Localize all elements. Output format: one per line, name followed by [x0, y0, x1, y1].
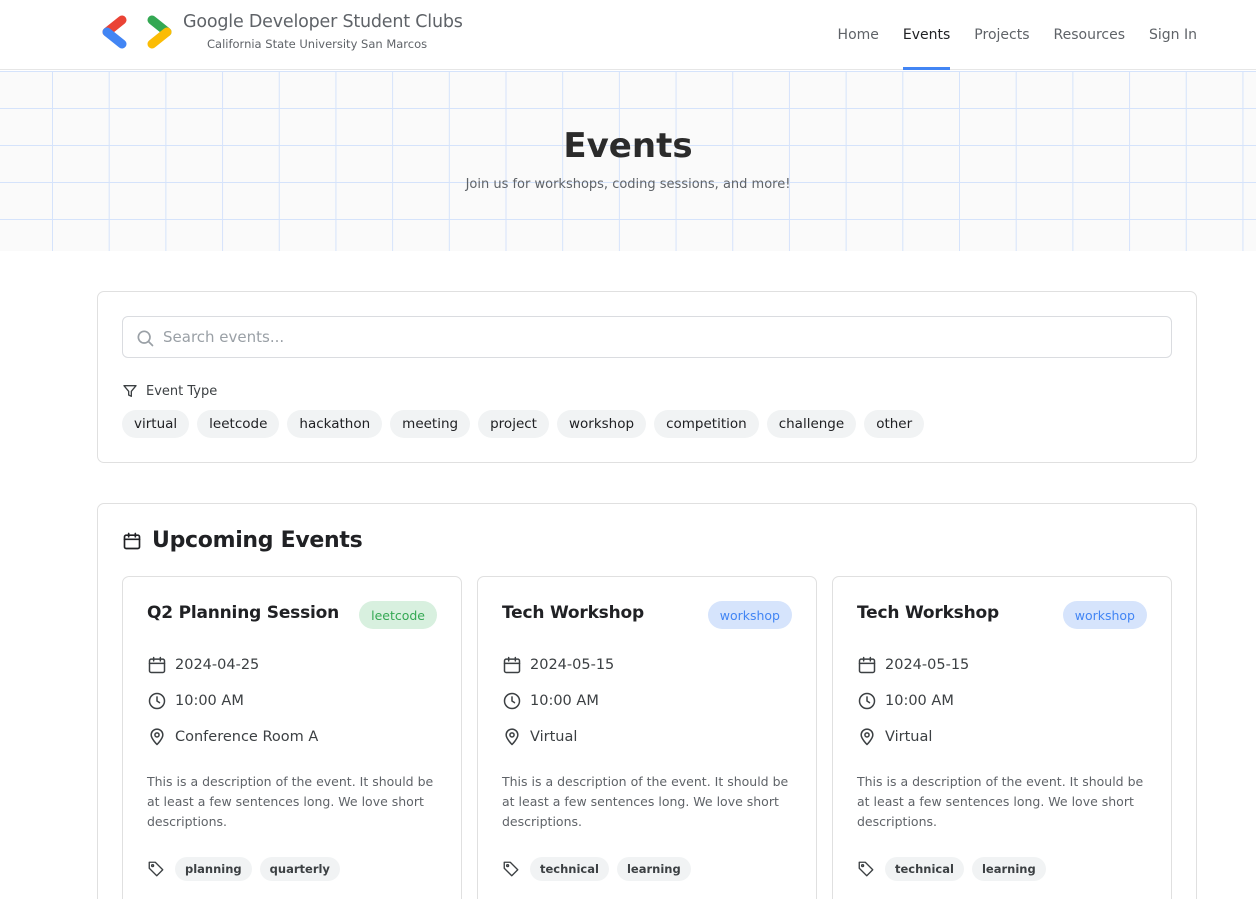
filter-panel: Event Type virtual leetcode hackathon me…: [97, 291, 1197, 463]
search-input[interactable]: [163, 317, 1153, 357]
search-box[interactable]: [122, 316, 1172, 358]
map-pin-icon: [150, 728, 164, 746]
nav-resources[interactable]: Resources: [1054, 0, 1126, 70]
event-date-row: 2024-05-15: [502, 655, 614, 675]
event-tag[interactable]: planning: [175, 857, 252, 881]
event-title: Tech Workshop: [502, 603, 644, 623]
clock-icon: [503, 692, 521, 710]
section-title: Upcoming Events: [152, 528, 363, 553]
chip-meeting[interactable]: meeting: [390, 410, 471, 438]
event-location: Virtual: [885, 729, 933, 745]
event-location: Virtual: [530, 729, 578, 745]
calendar-icon: [123, 532, 141, 549]
event-type-label: Event Type: [146, 383, 218, 399]
event-tag[interactable]: quarterly: [259, 857, 340, 881]
event-tags: planning quarterly: [147, 857, 340, 881]
hero-banner: Events Join us for workshops, coding ses…: [0, 71, 1256, 251]
event-card[interactable]: Tech Workshop workshop 2024-05-15 10:00 …: [832, 576, 1172, 899]
chip-project[interactable]: project: [478, 410, 549, 438]
event-tag[interactable]: technical: [530, 857, 609, 881]
event-type-chips: virtual leetcode hackathon meeting proje…: [122, 410, 925, 438]
event-location-row: Virtual: [502, 727, 577, 747]
page-subtitle: Join us for workshops, coding sessions, …: [465, 177, 791, 192]
event-tag[interactable]: learning: [971, 857, 1046, 881]
event-location: Conference Room A: [175, 729, 319, 745]
map-pin-icon: [860, 728, 874, 746]
event-tags: technical learning: [857, 857, 1046, 881]
event-location-row: Conference Room A: [147, 727, 318, 747]
gdsc-logo-icon[interactable]: [100, 14, 174, 50]
event-time: 10:00 AM: [175, 693, 244, 709]
nav-sign-in[interactable]: Sign In: [1149, 0, 1197, 70]
tag-icon: [148, 861, 164, 877]
map-pin-icon: [505, 728, 519, 746]
event-title: Q2 Planning Session: [147, 603, 339, 623]
nav-home[interactable]: Home: [838, 0, 879, 70]
event-time: 10:00 AM: [885, 693, 954, 709]
calendar-icon: [148, 656, 166, 674]
page-title: Events: [563, 126, 693, 166]
event-type-badge: leetcode: [359, 601, 437, 629]
event-card[interactable]: Q2 Planning Session leetcode 2024-04-25 …: [122, 576, 462, 899]
calendar-icon: [503, 656, 521, 674]
brand[interactable]: Google Developer Student Clubs Californi…: [183, 12, 463, 51]
event-date: 2024-05-15: [530, 657, 615, 673]
event-time: 10:00 AM: [530, 693, 599, 709]
event-type-header: Event Type: [122, 383, 217, 399]
event-title: Tech Workshop: [857, 603, 999, 623]
event-type-badge: workshop: [707, 601, 792, 629]
chip-leetcode[interactable]: leetcode: [197, 410, 280, 438]
event-date: 2024-04-25: [175, 657, 260, 673]
chip-hackathon[interactable]: hackathon: [287, 410, 383, 438]
brand-title: Google Developer Student Clubs: [183, 12, 463, 32]
calendar-icon: [858, 656, 876, 674]
event-time-row: 10:00 AM: [502, 691, 599, 711]
chip-workshop[interactable]: workshop: [556, 410, 647, 438]
brand-subtitle: California State University San Marcos: [207, 37, 428, 51]
event-date: 2024-05-15: [885, 657, 970, 673]
search-icon: [137, 330, 154, 347]
event-tags: technical learning: [502, 857, 691, 881]
event-description: This is a description of the event. It s…: [502, 774, 789, 829]
event-tag[interactable]: learning: [616, 857, 691, 881]
event-date-row: 2024-05-15: [857, 655, 969, 675]
event-date-row: 2024-04-25: [147, 655, 259, 675]
chip-competition[interactable]: competition: [654, 410, 759, 438]
upcoming-events-section: Upcoming Events Q2 Planning Session leet…: [97, 503, 1197, 899]
event-tag[interactable]: technical: [885, 857, 964, 881]
event-time-row: 10:00 AM: [147, 691, 244, 711]
chip-challenge[interactable]: challenge: [766, 410, 857, 438]
section-header: Upcoming Events: [122, 528, 363, 553]
main-nav: Home Events Projects Resources Sign In: [838, 0, 1197, 70]
event-description: This is a description of the event. It s…: [857, 774, 1144, 829]
event-location-row: Virtual: [857, 727, 932, 747]
event-time-row: 10:00 AM: [857, 691, 954, 711]
clock-icon: [858, 692, 876, 710]
tag-icon: [858, 861, 874, 877]
funnel-icon: [123, 385, 137, 397]
event-card[interactable]: Tech Workshop workshop 2024-05-15 10:00 …: [477, 576, 817, 899]
event-description: This is a description of the event. It s…: [147, 774, 434, 829]
nav-projects[interactable]: Projects: [974, 0, 1029, 70]
tag-icon: [503, 861, 519, 877]
site-header: Google Developer Student Clubs Californi…: [0, 0, 1256, 70]
nav-events[interactable]: Events: [902, 0, 951, 70]
clock-icon: [148, 692, 166, 710]
chip-virtual[interactable]: virtual: [122, 410, 190, 438]
event-type-badge: workshop: [1062, 601, 1147, 629]
chip-other[interactable]: other: [864, 410, 925, 438]
